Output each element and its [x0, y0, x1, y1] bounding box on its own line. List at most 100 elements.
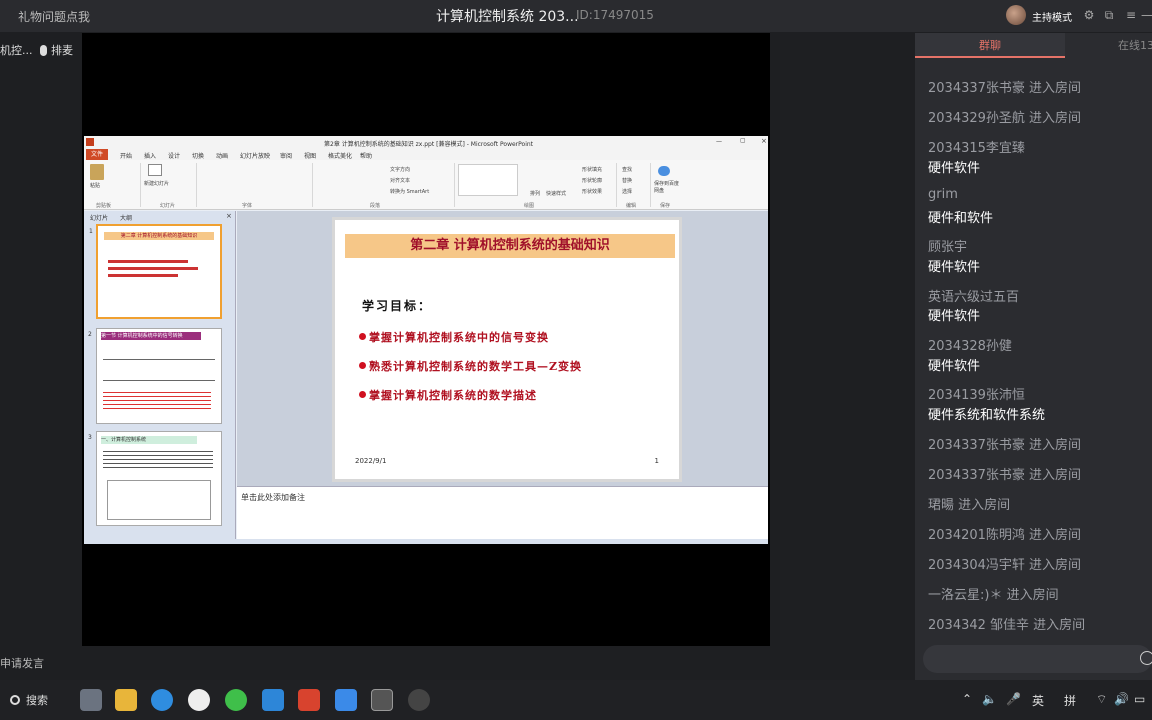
notes-pane[interactable]: 单击此处添加备注	[237, 486, 768, 540]
tab-online[interactable]: 在线13	[1065, 33, 1152, 58]
host-mode-label[interactable]: 主持模式	[1032, 9, 1072, 24]
chat-username[interactable]: 2034201陈明鸿	[928, 528, 1025, 543]
powerpoint-taskbar-icon[interactable]	[371, 689, 393, 711]
close-pane-icon[interactable]: ×	[226, 212, 232, 220]
battery-icon[interactable]: ▭	[1134, 692, 1145, 706]
new-slide-icon	[148, 164, 162, 176]
chat-username[interactable]: 英语六级过五百	[928, 286, 1019, 305]
task-view-icon[interactable]	[80, 689, 102, 711]
chat-username[interactable]: 2034329孙圣航	[928, 111, 1025, 126]
ppt-maximize-icon[interactable]: ▢	[740, 137, 746, 144]
meeting-app-icon[interactable]	[335, 689, 357, 711]
ppt-tab-design[interactable]: 设计	[168, 151, 180, 160]
quick-styles-button[interactable]: 快速样式	[546, 190, 566, 197]
tab-outline[interactable]: 大纲	[120, 213, 132, 222]
text-direction-button[interactable]: 文字方向	[390, 166, 410, 173]
windows-taskbar: 搜索 ⌃ 🔈 🎤 英 拼 ⌔ 🔊 ▭	[0, 680, 1152, 720]
chat-username[interactable]: 2034315李宜臻	[928, 137, 1025, 156]
queue-mic-button[interactable]: 排麦	[40, 40, 73, 60]
window-title: 计算机控制系统 203...	[436, 9, 579, 25]
emoji-icon[interactable]	[1140, 651, 1152, 665]
chat-input[interactable]	[923, 645, 1152, 673]
select-button[interactable]: 选择	[622, 188, 632, 195]
office-icon[interactable]	[298, 689, 320, 711]
wifi-icon[interactable]: ⌔	[1096, 692, 1107, 707]
slide-edit-area[interactable]: 第二章 计算机控制系统的基础知识 学习目标： 掌握计算机控制系统中的信号变换 熟…	[237, 211, 768, 486]
ppt-tab-slideshow[interactable]: 幻灯片放映	[240, 151, 270, 160]
shape-fill-button[interactable]: 形状填充	[582, 166, 602, 173]
thumb-number: 2	[88, 331, 92, 338]
slide-thumbnail-2[interactable]: 2 第一节 计算机控制系统中的信号转换	[88, 328, 222, 424]
find-button[interactable]: 查找	[622, 166, 632, 173]
ppt-tab-review[interactable]: 审阅	[280, 151, 292, 160]
ppt-tab-help[interactable]: 帮助	[360, 151, 372, 160]
paste-button[interactable]: 粘贴	[90, 182, 100, 189]
settings-icon[interactable]: ⚙	[1082, 8, 1096, 22]
speaker-icon[interactable]: 🔈	[982, 692, 997, 706]
menu-icon[interactable]: ≡	[1124, 8, 1138, 22]
chat-username[interactable]: grim	[928, 187, 958, 202]
minimize-icon[interactable]: —	[1140, 8, 1152, 22]
chat-username[interactable]: 顾张宇	[928, 236, 967, 255]
shapes-gallery[interactable]	[458, 164, 518, 196]
shape-effects-button[interactable]: 形状效果	[582, 188, 602, 195]
smartart-button[interactable]: 转换为 SmartArt	[390, 188, 429, 195]
chat-username[interactable]: 2034337张书豪	[928, 468, 1025, 483]
chat-username[interactable]: 一洛云星:)＊	[928, 588, 1002, 603]
chevron-up-icon[interactable]: ⌃	[962, 692, 972, 706]
chat-username[interactable]: 珺暘	[928, 498, 954, 513]
chat-username[interactable]: 2034139张沛恒	[928, 384, 1025, 403]
new-slide-button[interactable]: 新建幻灯片	[144, 180, 170, 187]
chat-username[interactable]: 2034304冯宇轩	[928, 558, 1025, 573]
microphone-icon[interactable]: 🎤	[1006, 692, 1021, 706]
avatar[interactable]	[1006, 5, 1026, 25]
tab-group-chat[interactable]: 群聊	[915, 33, 1065, 58]
ppt-tab-view[interactable]: 视图	[304, 151, 316, 160]
ppt-tab-home[interactable]: 开始	[120, 151, 132, 160]
tab-slides[interactable]: 幻灯片	[90, 213, 108, 222]
align-text-button[interactable]: 对齐文本	[390, 177, 410, 184]
file-explorer-icon[interactable]	[115, 689, 137, 711]
chat-username[interactable]: 2034342 邹佳辛	[928, 618, 1029, 633]
ppt-close-icon[interactable]: ×	[761, 137, 767, 145]
chat-action: 进入房间	[1024, 468, 1082, 483]
popout-icon[interactable]: ⧉	[1102, 8, 1116, 22]
save-baidu-button[interactable]: 保存到百度网盘	[654, 180, 682, 194]
wechat-icon[interactable]	[225, 689, 247, 711]
ppt-tab-insert[interactable]: 插入	[144, 151, 156, 160]
chat-username[interactable]: 2034328孙健	[928, 335, 1012, 354]
chat-action: 进入房间	[1024, 81, 1082, 96]
ppt-tab-format[interactable]: 格式美化	[328, 151, 352, 160]
app-icon[interactable]	[408, 689, 430, 711]
taskbar-search[interactable]: 搜索	[10, 692, 48, 708]
slide-thumbnail-1[interactable]: 1 第二章 计算机控制系统的基础知识	[89, 224, 222, 319]
chat-action: 进入房间	[1024, 528, 1082, 543]
ppt-minimize-icon[interactable]: —	[716, 138, 722, 145]
ribbon-separator	[196, 163, 197, 207]
course-chip[interactable]: 机控...	[0, 40, 33, 60]
ribbon-separator	[454, 163, 455, 207]
ppt-tab-file[interactable]: 文件	[86, 149, 108, 160]
arrange-button[interactable]: 排列	[530, 190, 540, 197]
gift-help-link[interactable]: 礼物问题点我	[18, 8, 90, 25]
slide-thumbnail-3[interactable]: 3 一、计算机控制系统	[88, 431, 222, 526]
qq-icon[interactable]	[188, 689, 210, 711]
ime-language[interactable]: 英	[1032, 692, 1044, 709]
ppt-tab-animations[interactable]: 动画	[216, 151, 228, 160]
edge-icon[interactable]	[151, 689, 173, 711]
ime-mode[interactable]: 拼	[1064, 692, 1076, 709]
search-icon	[10, 695, 20, 705]
chat-content: 硬件软件	[928, 359, 981, 374]
chat-action: 进入房间	[1024, 558, 1082, 573]
chat-username[interactable]: 2034337张书豪	[928, 81, 1025, 96]
chat-username[interactable]: 2034337张书豪	[928, 438, 1025, 453]
replace-button[interactable]: 替换	[622, 177, 632, 184]
mail-icon[interactable]	[262, 689, 284, 711]
apply-speak-button[interactable]: 申请发言	[0, 655, 44, 671]
volume-icon[interactable]: 🔊	[1114, 692, 1129, 706]
bullet-dot-icon	[359, 333, 366, 340]
chat-content: 硬件软件	[928, 309, 981, 324]
current-slide[interactable]: 第二章 计算机控制系统的基础知识 学习目标： 掌握计算机控制系统中的信号变换 熟…	[332, 217, 682, 482]
shape-outline-button[interactable]: 形状轮廓	[582, 177, 602, 184]
ppt-tab-transitions[interactable]: 切换	[192, 151, 204, 160]
